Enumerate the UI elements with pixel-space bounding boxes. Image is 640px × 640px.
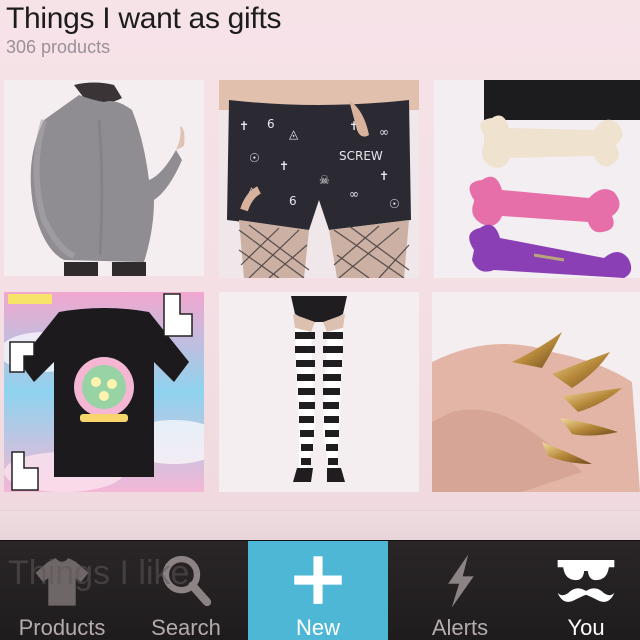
page-content: Things I want as gifts 306 products ✝ 6 ◬ … bbox=[0, 0, 640, 540]
svg-text:✝: ✝ bbox=[379, 169, 389, 183]
svg-text:SCREW: SCREW bbox=[339, 149, 383, 163]
svg-text:6: 6 bbox=[289, 194, 297, 208]
tab-new[interactable]: New bbox=[248, 541, 388, 640]
plus-icon bbox=[294, 556, 342, 604]
search-icon bbox=[162, 555, 212, 607]
stockings-image bbox=[219, 292, 419, 492]
tab-label-alerts: Alerts bbox=[431, 615, 489, 640]
svg-text:◬: ◬ bbox=[289, 127, 299, 141]
product-card-occult-shorts[interactable]: ✝ 6 ◬ ✝ ∞ ☉ ✝ SCREW ✝ ◬ 6 ∞ ☉ ☠ bbox=[219, 80, 419, 278]
page-title: Things I want as gifts bbox=[6, 2, 282, 35]
svg-text:∞: ∞ bbox=[379, 125, 389, 139]
sweater-image bbox=[4, 80, 204, 276]
tab-label-new: New bbox=[295, 615, 340, 640]
content-divider bbox=[0, 510, 640, 540]
product-card-bone-clips[interactable] bbox=[434, 80, 640, 278]
sunglasses-mustache-icon bbox=[557, 559, 615, 602]
svg-text:☉: ☉ bbox=[389, 197, 400, 211]
svg-text:6: 6 bbox=[267, 117, 275, 131]
sweatshirt-image bbox=[4, 292, 204, 492]
tab-label-you: You bbox=[567, 615, 605, 640]
tab-you[interactable]: You bbox=[532, 541, 640, 640]
product-count: 306 products bbox=[6, 37, 111, 57]
product-card-claw-rings[interactable] bbox=[432, 292, 640, 492]
lightning-icon bbox=[448, 554, 474, 608]
tab-search[interactable]: Search bbox=[124, 541, 248, 640]
product-card-grey-sweater[interactable] bbox=[4, 80, 204, 276]
tab-label-search: Search bbox=[151, 615, 221, 640]
tab-alerts[interactable]: Alerts bbox=[398, 541, 522, 640]
bone-clips-image bbox=[434, 80, 640, 278]
tab-bar: Products Search New Alerts You bbox=[0, 540, 640, 640]
product-card-kawaii-sweatshirt[interactable] bbox=[4, 292, 204, 492]
tshirt-icon bbox=[35, 558, 89, 606]
svg-text:∞: ∞ bbox=[349, 187, 359, 201]
shorts-image: ✝ 6◬ ✝ ∞☉ ✝SCREW✝ ◬6 ∞ ☉☠ bbox=[219, 80, 419, 278]
product-card-striped-stockings[interactable] bbox=[219, 292, 419, 492]
svg-text:✝: ✝ bbox=[239, 119, 249, 133]
svg-text:☠: ☠ bbox=[319, 173, 330, 187]
tab-label-products: Products bbox=[18, 615, 106, 640]
tab-products[interactable]: Products bbox=[0, 541, 124, 640]
claw-rings-image bbox=[432, 292, 640, 492]
svg-text:☉: ☉ bbox=[249, 151, 260, 165]
svg-text:✝: ✝ bbox=[279, 159, 289, 173]
